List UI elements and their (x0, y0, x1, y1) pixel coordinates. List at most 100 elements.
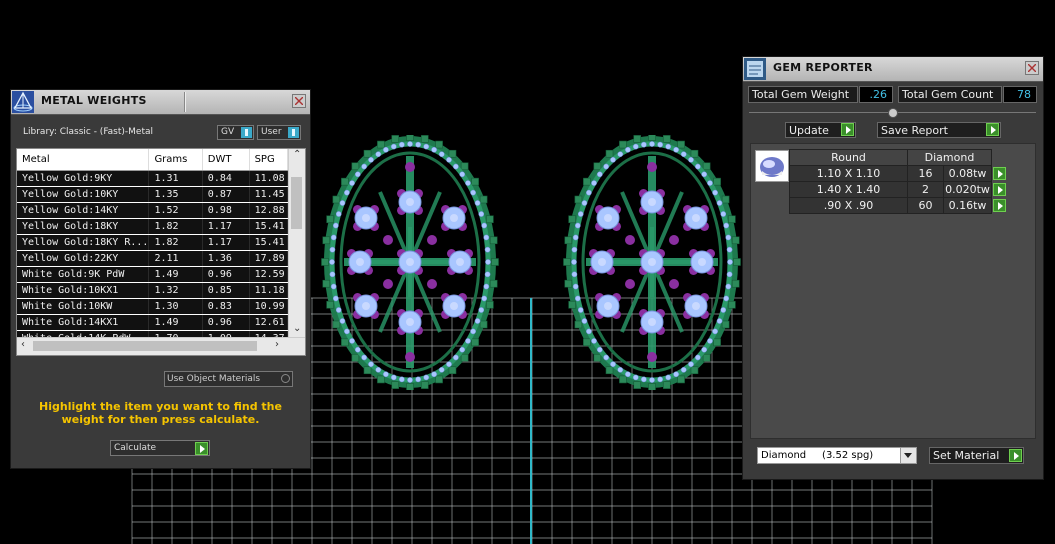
table-cell: 1.31 (148, 170, 203, 187)
toggle-chip-icon (241, 127, 252, 138)
gem-row[interactable]: 1.10 X 1.10 16 0.08tw (789, 165, 1010, 182)
scroll-left-icon[interactable]: ‹ (21, 339, 25, 350)
table-row[interactable]: Yellow Gold:10KY 1.35 0.87 11.45 (17, 186, 289, 203)
calculate-button[interactable]: Calculate (110, 440, 210, 456)
table-cell: 1.35 (148, 186, 203, 203)
table-cell: 2.11 (148, 250, 203, 267)
material-select[interactable]: Diamond (3.52 spg) (757, 447, 917, 464)
table-cell: 12.88 (249, 202, 289, 219)
column-header-grams[interactable]: Grams (148, 149, 203, 171)
gem-count-cell: 60 (907, 197, 944, 214)
save-report-button[interactable]: Save Report (877, 122, 1001, 138)
scroll-up-icon[interactable]: ⌃ (293, 149, 301, 160)
table-cell: 12.61 (249, 314, 289, 331)
instruction-text: Highlight the item you want to find the … (39, 400, 282, 426)
gem-row[interactable]: 1.40 X 1.40 2 0.020tw (789, 181, 1010, 198)
table-cell: 1.49 (148, 266, 203, 283)
table-cell: 11.08 (249, 170, 289, 187)
table-cell: White Gold:9K PdW (17, 266, 150, 283)
table-cell: 0.85 (202, 282, 250, 299)
table-row[interactable]: White Gold:10KX1 1.32 0.85 11.18 (17, 282, 289, 299)
metal-table[interactable]: Metal Grams DWT SPG Yellow Gold:9KY 1.31 0.84… (16, 148, 306, 356)
table-cell: 0.84 (202, 170, 250, 187)
column-header-dwt[interactable]: DWT (202, 149, 250, 171)
table-cell: Yellow Gold:10KY (17, 186, 150, 203)
table-cell: 0.83 (202, 298, 250, 315)
table-cell: 1.17 (202, 218, 250, 235)
radio-icon (281, 374, 290, 383)
horizontal-scroll-thumb[interactable] (33, 341, 257, 351)
table-cell: 0.96 (202, 266, 250, 283)
table-cell: Yellow Gold:18KY (17, 218, 150, 235)
material-select-value: Diamond (3.52 spg) (761, 450, 874, 461)
table-cell: 0.87 (202, 186, 250, 203)
gem-weight-cell: 0.16tw (943, 197, 992, 214)
user-toggle[interactable]: User (257, 125, 301, 140)
table-cell: 0.96 (202, 314, 250, 331)
table-cell: White Gold:10KX1 (17, 282, 150, 299)
table-row[interactable]: White Gold:10KW 1.30 0.83 10.99 (17, 298, 289, 315)
gem-shape-header: Round (789, 149, 908, 166)
close-icon (295, 97, 303, 105)
earring-left[interactable] (318, 135, 503, 390)
table-row[interactable]: Yellow Gold:22KY 2.11 1.36 17.89 (17, 250, 289, 267)
table-row[interactable]: White Gold:14KX1 1.49 0.96 12.61 (17, 314, 289, 331)
play-icon (195, 442, 208, 455)
select-row-button[interactable] (992, 166, 1010, 182)
play-icon (993, 198, 1006, 212)
table-row[interactable]: Yellow Gold:18KY 1.82 1.17 15.41 (17, 218, 289, 235)
table-cell: White Gold:10KW (17, 298, 150, 315)
table-cell: 1.82 (148, 218, 203, 235)
gv-label: GV (221, 127, 235, 137)
table-cell: 11.45 (249, 186, 289, 203)
play-icon (993, 182, 1006, 196)
column-header-metal[interactable]: Metal (17, 149, 150, 171)
scroll-right-icon[interactable]: › (275, 339, 279, 350)
chevron-down-icon[interactable] (900, 448, 916, 463)
gem-reporter-titlebar[interactable]: GEM REPORTER (743, 57, 1043, 82)
table-cell: Yellow Gold:14KY (17, 202, 150, 219)
gem-reporter-panel: GEM REPORTER Total Gem Weight .26 Total … (742, 56, 1044, 480)
close-icon (1028, 64, 1036, 72)
table-cell: 0.98 (202, 202, 250, 219)
use-object-materials-label: Use Object Materials (167, 374, 261, 384)
gem-weight-cell: 0.020tw (943, 181, 992, 198)
metal-weights-panel: METAL WEIGHTS Library: Classic - (Fast)-… (10, 89, 311, 469)
horizontal-scrollbar[interactable]: ‹ › (17, 337, 305, 355)
close-button[interactable] (292, 94, 306, 108)
metal-grid: Metal Grams DWT SPG Yellow Gold:9KY 1.31 0.84… (17, 149, 289, 347)
metal-weights-titlebar[interactable]: METAL WEIGHTS (11, 90, 310, 115)
total-gem-count-value: 78 (1003, 86, 1037, 103)
play-icon (1009, 449, 1022, 462)
table-row[interactable]: Yellow Gold:9KY 1.31 0.84 11.08 (17, 170, 289, 187)
report-icon (744, 58, 766, 80)
slider-handle[interactable] (888, 108, 898, 118)
earring-right[interactable] (560, 135, 745, 390)
table-cell: 17.89 (249, 250, 289, 267)
use-object-materials-toggle[interactable]: Use Object Materials (164, 371, 293, 387)
table-row[interactable]: Yellow Gold:14KY 1.52 0.98 12.88 (17, 202, 289, 219)
gem-list-area: Round Diamond 1.10 X 1.10 16 0.08tw 1.40 X … (750, 143, 1036, 439)
gv-toggle[interactable]: GV (217, 125, 254, 140)
total-gem-weight-value: .26 (859, 86, 893, 103)
gem-size-cell: 1.10 X 1.10 (789, 165, 908, 182)
select-row-button[interactable] (992, 198, 1010, 214)
scroll-down-icon[interactable]: ⌄ (293, 323, 301, 334)
table-cell: Yellow Gold:18KY R... (17, 234, 150, 251)
table-row[interactable]: Yellow Gold:18KY R... 1.82 1.17 15.41 (17, 234, 289, 251)
table-cell: 1.17 (202, 234, 250, 251)
vertical-scroll-thumb[interactable] (291, 177, 302, 229)
close-button[interactable] (1025, 61, 1039, 75)
vertical-scrollbar[interactable]: ⌃ ⌄ (288, 149, 305, 337)
play-icon (841, 123, 854, 136)
table-row[interactable]: White Gold:9K PdW 1.49 0.96 12.59 (17, 266, 289, 283)
gem-size-cell: .90 X .90 (789, 197, 908, 214)
select-row-button[interactable] (992, 182, 1010, 198)
table-cell: 1.52 (148, 202, 203, 219)
table-cell: 1.32 (148, 282, 203, 299)
table-cell: 1.49 (148, 314, 203, 331)
update-button[interactable]: Update (785, 122, 856, 138)
column-header-spg[interactable]: SPG (249, 149, 289, 171)
set-material-button[interactable]: Set Material (929, 447, 1024, 464)
gem-row[interactable]: .90 X .90 60 0.16tw (789, 197, 1010, 214)
